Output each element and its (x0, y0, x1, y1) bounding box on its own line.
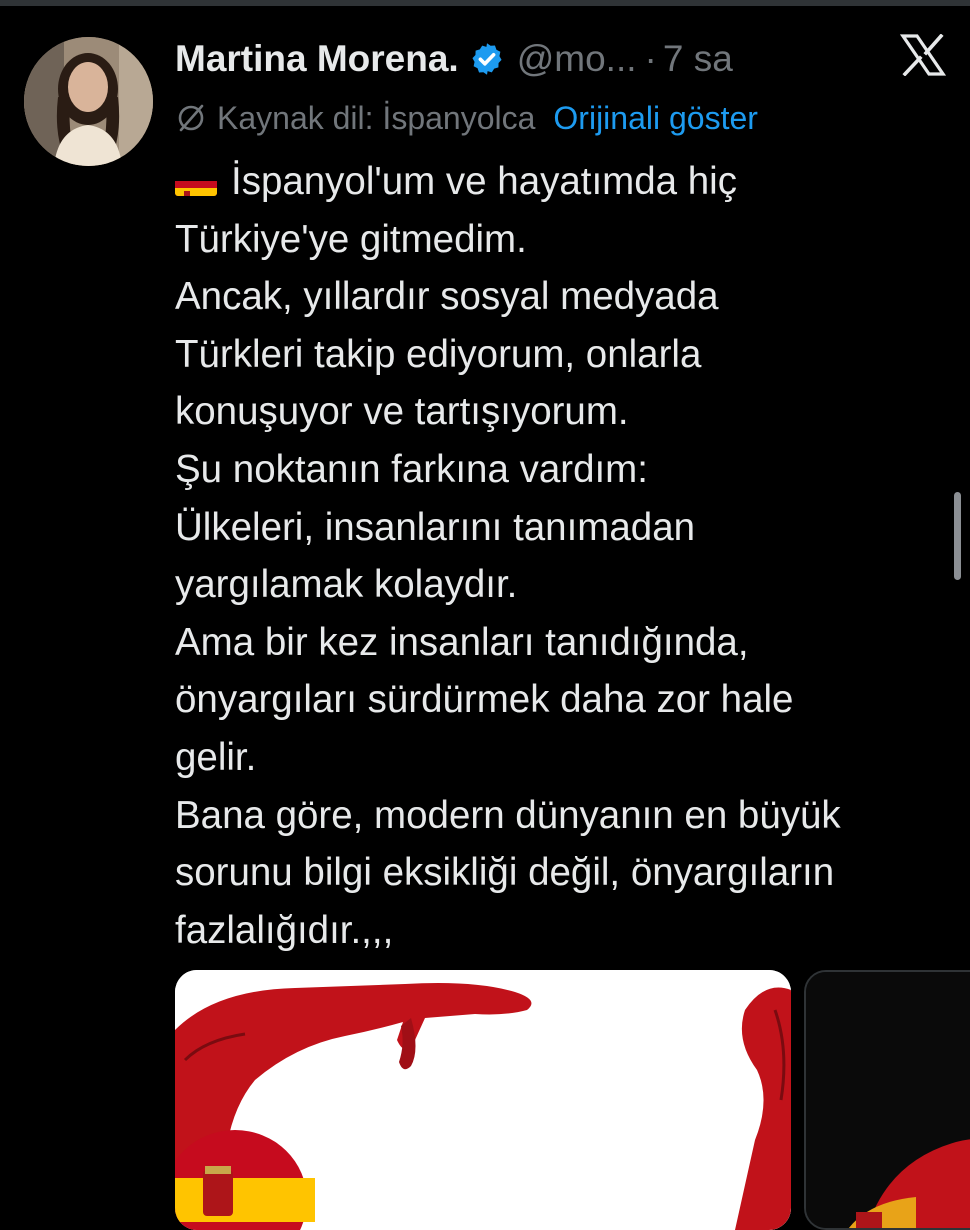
media-illustration (175, 970, 791, 1230)
top-divider (0, 0, 970, 6)
tweet-header: Martina Morena. @mo... · 7 sa (175, 34, 795, 84)
avatar-photo (24, 37, 153, 166)
scrollbar-thumb[interactable] (954, 492, 961, 580)
tweet-media-1[interactable] (175, 970, 791, 1230)
tweet-line: Bana göre, modern dünyanın en büyük (175, 793, 841, 837)
media-illustration-2 (806, 972, 970, 1228)
display-name[interactable]: Martina Morena. (175, 38, 459, 80)
globe-slash-icon (178, 104, 204, 132)
separator-dot: · (644, 38, 657, 79)
tweet-media-2[interactable] (804, 970, 970, 1230)
tweet-line: gelir. (175, 735, 257, 779)
x-logo-icon[interactable] (900, 34, 946, 76)
tweet-line: Türkiye'ye gitmedim. (175, 217, 527, 261)
avatar[interactable] (24, 37, 153, 166)
tweet-line: Ancak, yıllardır sosyal medyada (175, 275, 719, 319)
tweet-line: önyargıları sürdürmek daha zor hale (175, 678, 794, 722)
tweet-line: fazlalığıdır.,,, (175, 908, 394, 952)
spain-flag-icon (175, 168, 217, 196)
show-original-link[interactable]: Orijinali göster (553, 100, 758, 137)
handle[interactable]: @mo... (517, 38, 637, 80)
source-language-label: Kaynak dil: İspanyolca (217, 99, 536, 136)
tweet-line: konuşuyor ve tartışıyorum. (175, 390, 629, 434)
tweet-line: sorunu bilgi eksikliği değil, önyargılar… (175, 851, 835, 895)
tweet-line: Ama bir kez insanları tanıdığında, (175, 620, 749, 664)
tweet-line: İspanyol'um ve hayatımda hiç (175, 153, 955, 211)
tweet-line: Şu noktanın farkına vardım: (175, 447, 648, 491)
tweet-body: İspanyol'um ve hayatımda hiç Türkiye'ye … (175, 153, 955, 959)
translation-row: Kaynak dil: İspanyolca Orijinali göster (175, 96, 758, 140)
tweet-line-text: İspanyol'um ve hayatımda hiç (231, 160, 737, 203)
tweet-line: Ülkeleri, insanlarını tanımadan (175, 505, 696, 549)
tweet-line: yargılamak kolaydır. (175, 563, 518, 607)
timestamp[interactable]: 7 sa (663, 38, 733, 80)
verified-badge-icon (472, 43, 502, 75)
tweet-line: Türkleri takip ediyorum, onlarla (175, 332, 702, 376)
